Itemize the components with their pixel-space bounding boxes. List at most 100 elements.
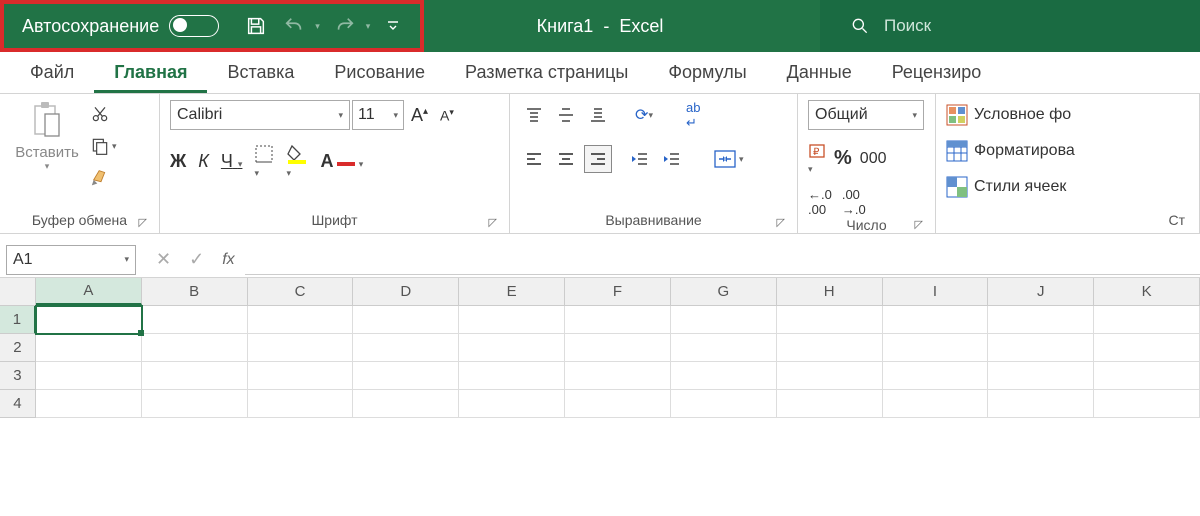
- enter-formula-icon[interactable]: ✓: [189, 249, 204, 270]
- cell[interactable]: [883, 390, 989, 418]
- tab-formulas[interactable]: Формулы: [648, 54, 766, 93]
- merge-center-button[interactable]: ▾: [714, 150, 744, 168]
- formula-bar-input[interactable]: [245, 245, 1200, 275]
- column-header[interactable]: B: [142, 278, 248, 305]
- cell[interactable]: [1094, 390, 1200, 418]
- cell[interactable]: [988, 390, 1094, 418]
- cell[interactable]: [36, 334, 142, 362]
- search-box[interactable]: Поиск: [820, 0, 1200, 52]
- format-painter-button[interactable]: [90, 166, 117, 190]
- cell[interactable]: [142, 306, 248, 334]
- cell[interactable]: [671, 390, 777, 418]
- column-header[interactable]: F: [565, 278, 671, 305]
- dialog-launcher-icon[interactable]: ◸: [777, 216, 785, 229]
- increase-indent-icon[interactable]: [658, 145, 686, 173]
- column-header[interactable]: H: [777, 278, 883, 305]
- decrease-decimal-icon[interactable]: .00→.0: [842, 187, 866, 217]
- cell[interactable]: [1094, 334, 1200, 362]
- cell[interactable]: [988, 334, 1094, 362]
- cell[interactable]: [459, 390, 565, 418]
- cut-button[interactable]: [90, 102, 117, 126]
- redo-dropdown-icon[interactable]: ▾: [366, 21, 371, 32]
- conditional-formatting-button[interactable]: Условное фо: [946, 100, 1071, 130]
- cell[interactable]: [777, 362, 883, 390]
- increase-font-icon[interactable]: A▴: [406, 105, 433, 126]
- cell[interactable]: [988, 306, 1094, 334]
- column-header[interactable]: J: [988, 278, 1094, 305]
- cell-styles-button[interactable]: Стили ячеек: [946, 172, 1066, 202]
- cell[interactable]: [353, 390, 459, 418]
- undo-dropdown-icon[interactable]: ▾: [315, 21, 320, 32]
- decrease-font-icon[interactable]: A▾: [435, 107, 459, 124]
- fill-color-button[interactable]: ▾: [286, 144, 308, 179]
- cell[interactable]: [142, 334, 248, 362]
- row-header[interactable]: 1: [0, 306, 36, 334]
- cell[interactable]: [883, 334, 989, 362]
- cell[interactable]: [36, 390, 142, 418]
- cell[interactable]: [988, 362, 1094, 390]
- tab-home[interactable]: Главная: [94, 54, 207, 93]
- align-right-icon[interactable]: [584, 145, 612, 173]
- cell[interactable]: [565, 334, 671, 362]
- format-as-table-button[interactable]: Форматирова: [946, 136, 1075, 166]
- decrease-indent-icon[interactable]: [626, 145, 654, 173]
- undo-icon[interactable]: [283, 15, 305, 37]
- cell[interactable]: [248, 334, 354, 362]
- column-header[interactable]: D: [353, 278, 459, 305]
- cell[interactable]: [142, 362, 248, 390]
- cell[interactable]: [36, 362, 142, 390]
- row-header[interactable]: 3: [0, 362, 36, 390]
- redo-icon[interactable]: [334, 15, 356, 37]
- column-header[interactable]: K: [1094, 278, 1200, 305]
- fx-icon[interactable]: fx: [222, 251, 234, 269]
- increase-decimal-icon[interactable]: ←.0.00: [808, 187, 832, 217]
- tab-file[interactable]: Файл: [10, 54, 94, 93]
- tab-review[interactable]: Рецензиро: [872, 54, 1002, 93]
- cell[interactable]: [671, 362, 777, 390]
- wrap-text-button[interactable]: ab↵: [686, 100, 700, 131]
- cell[interactable]: [353, 334, 459, 362]
- underline-button[interactable]: Ч ▾: [221, 151, 243, 172]
- tab-data[interactable]: Данные: [767, 54, 872, 93]
- cell[interactable]: [883, 362, 989, 390]
- dialog-launcher-icon[interactable]: ◸: [489, 216, 497, 229]
- number-format-select[interactable]: Общий▾: [808, 100, 924, 130]
- bold-button[interactable]: Ж: [170, 151, 186, 172]
- column-header[interactable]: G: [671, 278, 777, 305]
- dialog-launcher-icon[interactable]: ◸: [915, 218, 923, 231]
- border-button[interactable]: ▾: [254, 144, 274, 179]
- cell[interactable]: [142, 390, 248, 418]
- cell[interactable]: [248, 390, 354, 418]
- comma-format-icon[interactable]: 000: [860, 150, 887, 168]
- autosave-toggle[interactable]: [169, 15, 219, 37]
- cell[interactable]: [353, 362, 459, 390]
- font-size-select[interactable]: 11▾: [352, 100, 404, 130]
- accounting-format-icon[interactable]: ₽▾: [808, 142, 826, 175]
- align-top-icon[interactable]: [520, 101, 548, 129]
- cancel-formula-icon[interactable]: ✕: [156, 249, 171, 270]
- customize-qat-icon[interactable]: [386, 19, 400, 33]
- tab-draw[interactable]: Рисование: [314, 54, 445, 93]
- copy-button[interactable]: ▾: [90, 134, 117, 158]
- column-header[interactable]: C: [248, 278, 354, 305]
- cell[interactable]: [671, 306, 777, 334]
- cell[interactable]: [1094, 306, 1200, 334]
- column-header[interactable]: I: [883, 278, 989, 305]
- font-name-select[interactable]: Calibri▾: [170, 100, 350, 130]
- cell[interactable]: [777, 334, 883, 362]
- italic-button[interactable]: К: [198, 151, 209, 172]
- name-box[interactable]: A1 ▾: [6, 245, 136, 275]
- cell[interactable]: [1094, 362, 1200, 390]
- cell[interactable]: [353, 306, 459, 334]
- column-header[interactable]: A: [36, 278, 142, 305]
- select-all-corner[interactable]: [0, 278, 36, 305]
- cell[interactable]: [459, 362, 565, 390]
- cell[interactable]: [777, 306, 883, 334]
- orientation-icon[interactable]: ⟳▾: [630, 101, 658, 129]
- align-center-icon[interactable]: [552, 145, 580, 173]
- cell-a1[interactable]: [36, 306, 142, 334]
- font-color-button[interactable]: A ▾: [320, 151, 363, 172]
- cell[interactable]: [565, 390, 671, 418]
- save-icon[interactable]: [245, 15, 267, 37]
- cell[interactable]: [565, 306, 671, 334]
